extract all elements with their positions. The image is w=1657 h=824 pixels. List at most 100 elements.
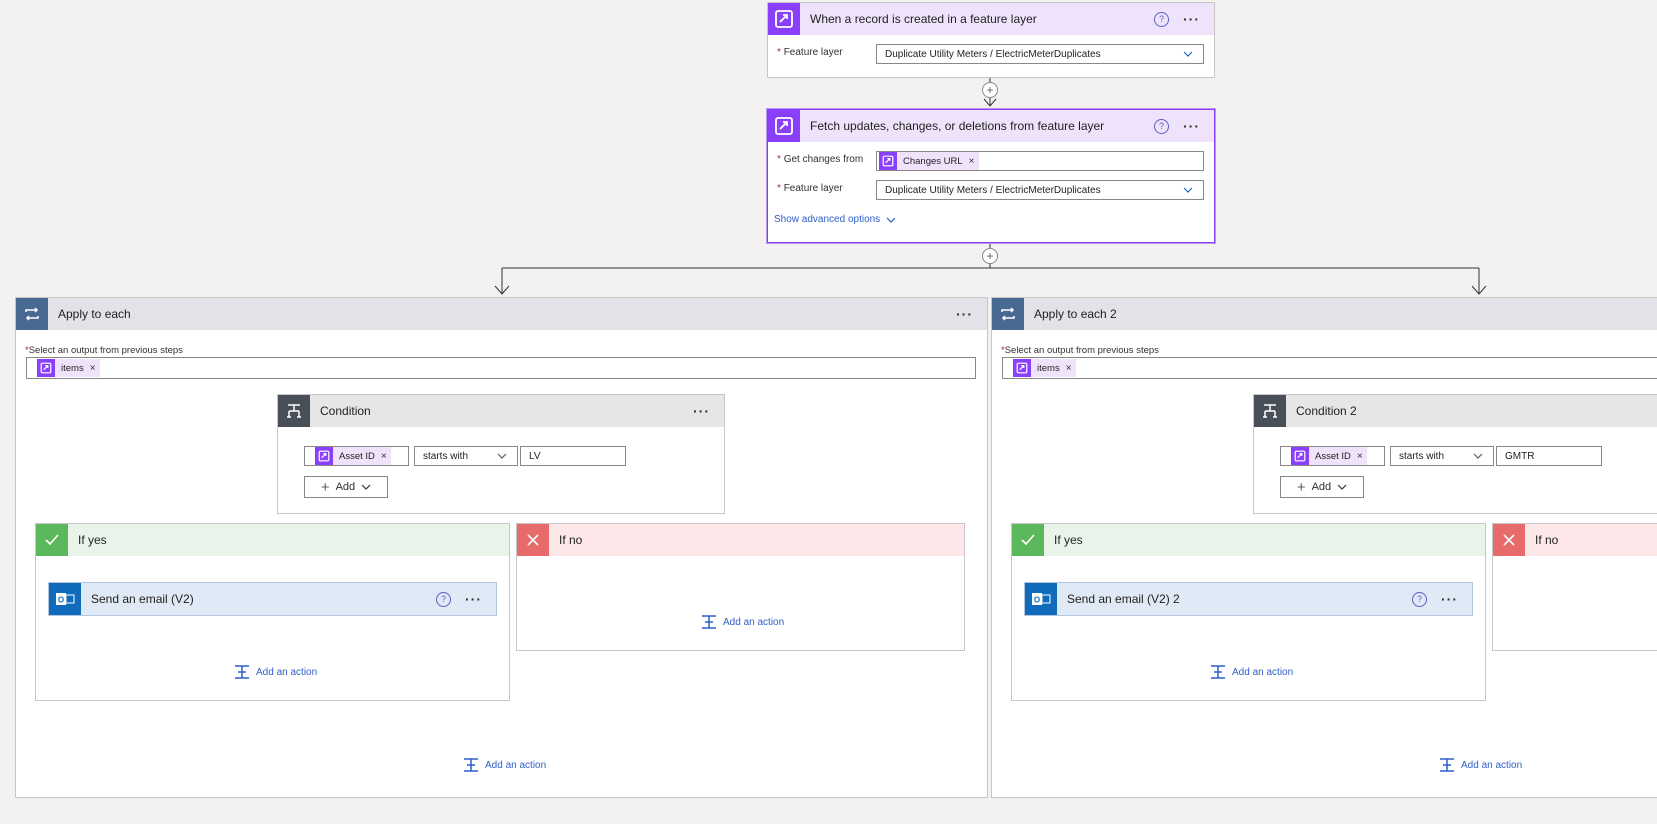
condition-2-card[interactable]: Condition 2 Asset ID × starts with GMTR … xyxy=(1253,394,1657,514)
asset-id-token[interactable]: Asset ID × xyxy=(1291,447,1367,465)
more-options-icon[interactable]: ··· xyxy=(693,404,710,418)
show-advanced-options-link[interactable]: Show advanced options xyxy=(774,214,896,225)
insert-step-button-1[interactable]: + xyxy=(982,82,998,98)
condition-card[interactable]: Condition ··· Asset ID × starts with LV … xyxy=(277,394,725,514)
send-email-title: Send an email (V2) xyxy=(91,592,194,606)
loop-icon xyxy=(16,298,48,330)
add-condition-button[interactable]: + Add xyxy=(1280,476,1364,498)
select-output-field[interactable]: items × xyxy=(1002,357,1657,379)
arcgis-token-icon xyxy=(1291,447,1309,465)
fetch-changes-card[interactable]: Fetch updates, changes, or deletions fro… xyxy=(767,109,1215,243)
more-options-icon[interactable]: ··· xyxy=(1441,592,1458,606)
help-icon[interactable]: ? xyxy=(1154,11,1169,27)
if-yes-title: If yes xyxy=(1054,533,1083,547)
add-an-action-button[interactable]: Add an action xyxy=(234,665,317,679)
apply-to-each-2-card[interactable]: Apply to each 2 *Select an output from p… xyxy=(991,297,1657,798)
if-yes-header[interactable]: If yes xyxy=(36,524,509,556)
add-action-icon xyxy=(235,665,249,679)
if-no-header[interactable]: If no xyxy=(1493,524,1657,556)
select-output-label: *Select an output from previous steps xyxy=(1001,345,1159,356)
more-options-icon[interactable]: ··· xyxy=(465,592,482,606)
send-email-title: Send an email (V2) 2 xyxy=(1067,592,1180,606)
condition-left-operand[interactable]: Asset ID × xyxy=(1280,446,1385,466)
add-action-icon xyxy=(464,758,478,772)
plus-icon: + xyxy=(1296,478,1306,496)
asset-id-token[interactable]: Asset ID × xyxy=(315,447,391,465)
chevron-down-icon xyxy=(497,453,507,459)
chevron-down-icon xyxy=(1337,484,1347,490)
close-icon xyxy=(1493,524,1525,556)
condition-header[interactable]: Condition 2 xyxy=(1254,395,1657,427)
remove-token-icon[interactable]: × xyxy=(1066,363,1072,374)
condition-value-input[interactable]: LV xyxy=(520,446,626,466)
if-yes-header[interactable]: If yes xyxy=(1012,524,1485,556)
chevron-down-icon xyxy=(1473,453,1483,459)
if-no-title: If no xyxy=(1535,533,1559,547)
if-no-header[interactable]: If no xyxy=(517,524,964,556)
remove-token-icon[interactable]: × xyxy=(1357,451,1363,462)
svg-text:O: O xyxy=(58,596,64,605)
items-token[interactable]: items × xyxy=(1013,359,1076,377)
more-options-icon[interactable]: ··· xyxy=(1183,12,1200,26)
close-icon xyxy=(517,524,549,556)
if-no-branch[interactable]: If no xyxy=(1492,523,1657,651)
arcgis-token-icon xyxy=(315,447,333,465)
plus-icon: + xyxy=(320,478,330,496)
outlook-icon: O xyxy=(49,583,81,615)
condition-icon xyxy=(278,395,310,427)
feature-layer-dropdown[interactable]: Duplicate Utility Meters / ElectricMeter… xyxy=(876,180,1204,200)
add-an-action-button[interactable]: Add an action xyxy=(701,615,784,629)
help-icon[interactable]: ? xyxy=(436,591,451,607)
if-no-branch[interactable]: If no Add an action xyxy=(516,523,965,651)
changes-url-token[interactable]: Changes URL × xyxy=(879,152,979,170)
trigger-header[interactable]: When a record is created in a feature la… xyxy=(768,3,1214,35)
help-icon[interactable]: ? xyxy=(1412,591,1427,607)
add-action-icon xyxy=(702,615,716,629)
select-output-label: *Select an output from previous steps xyxy=(25,345,183,356)
send-email-card[interactable]: O Send an email (V2) ? ··· xyxy=(48,582,497,616)
select-output-field[interactable]: items × xyxy=(26,357,976,379)
condition-operator-dropdown[interactable]: starts with xyxy=(1390,446,1494,466)
condition-left-operand[interactable]: Asset ID × xyxy=(304,446,409,466)
remove-token-icon[interactable]: × xyxy=(381,451,387,462)
if-no-title: If no xyxy=(559,533,583,547)
outlook-icon: O xyxy=(1025,583,1057,615)
if-yes-branch[interactable]: If yes O Send an email (V2) 2 ? ··· Add … xyxy=(1011,523,1486,701)
feature-layer-dropdown[interactable]: Duplicate Utility Meters / ElectricMeter… xyxy=(876,44,1204,64)
apply-to-each-card[interactable]: Apply to each ··· *Select an output from… xyxy=(15,297,988,798)
add-an-action-button[interactable]: Add an action xyxy=(1210,665,1293,679)
more-options-icon[interactable]: ··· xyxy=(956,307,973,321)
add-action-icon xyxy=(1440,758,1454,772)
help-icon[interactable]: ? xyxy=(1154,118,1169,134)
trigger-title: When a record is created in a feature la… xyxy=(810,12,1037,26)
add-an-action-button[interactable]: Add an action xyxy=(463,758,546,772)
add-condition-button[interactable]: + Add xyxy=(304,476,388,498)
remove-token-icon[interactable]: × xyxy=(969,156,975,167)
more-options-icon[interactable]: ··· xyxy=(1183,119,1200,133)
condition-header[interactable]: Condition ··· xyxy=(278,395,724,427)
add-an-action-button[interactable]: Add an action xyxy=(1439,758,1522,772)
condition-value-input[interactable]: GMTR xyxy=(1496,446,1602,466)
apply-to-each-header[interactable]: Apply to each ··· xyxy=(16,298,987,330)
checkmark-icon xyxy=(1012,524,1044,556)
apply-to-each-header[interactable]: Apply to each 2 xyxy=(992,298,1657,330)
condition-operator-dropdown[interactable]: starts with xyxy=(414,446,518,466)
get-changes-field[interactable]: Changes URL × xyxy=(876,151,1204,171)
if-yes-branch[interactable]: If yes O Send an email (V2) ? ··· Add an… xyxy=(35,523,510,701)
add-action-icon xyxy=(1211,665,1225,679)
feature-layer-label: * Feature layer xyxy=(777,47,843,58)
if-yes-title: If yes xyxy=(78,533,107,547)
condition-icon xyxy=(1254,395,1286,427)
loop-icon xyxy=(992,298,1024,330)
loop-title: Apply to each xyxy=(58,307,131,321)
fetch-header[interactable]: Fetch updates, changes, or deletions fro… xyxy=(768,110,1214,142)
remove-token-icon[interactable]: × xyxy=(90,363,96,374)
send-email-card[interactable]: O Send an email (V2) 2 ? ··· xyxy=(1024,582,1473,616)
loop-title: Apply to each 2 xyxy=(1034,307,1117,321)
insert-step-button-2[interactable]: + xyxy=(982,248,998,264)
arcgis-token-icon xyxy=(879,152,897,170)
condition-title: Condition 2 xyxy=(1296,404,1357,418)
items-token[interactable]: items × xyxy=(37,359,100,377)
svg-text:O: O xyxy=(1034,596,1040,605)
trigger-card[interactable]: When a record is created in a feature la… xyxy=(767,2,1215,78)
